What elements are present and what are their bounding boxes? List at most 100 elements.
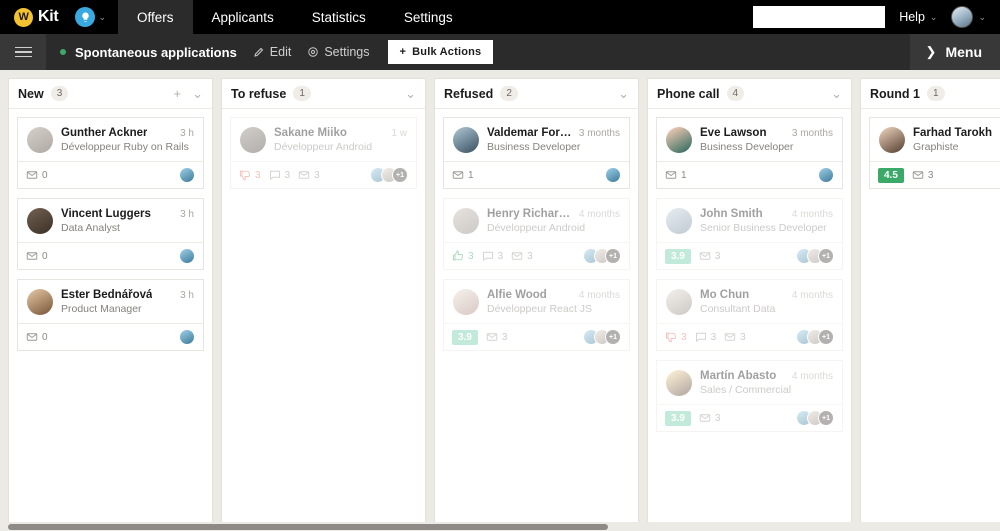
- search-box[interactable]: [753, 6, 908, 28]
- applicant-role: Senior Business Developer: [700, 222, 827, 234]
- column-header: Refused 2 ⌄: [435, 79, 638, 109]
- applicant-card[interactable]: Vincent Luggers 3 h Data Analyst 0: [17, 198, 204, 270]
- menu-button[interactable]: ❯ Menu: [909, 34, 1000, 70]
- column-header-actions: ⌄: [405, 87, 416, 100]
- bulk-actions-button[interactable]: + Bulk Actions: [387, 40, 494, 64]
- card-title-row: Sakane Miiko 1 w: [274, 127, 407, 139]
- applicant-card[interactable]: John Smith 4 months Senior Business Develo…: [656, 198, 843, 270]
- workspace-switcher[interactable]: ⌄: [75, 7, 106, 27]
- avatar: [879, 127, 905, 153]
- chevron-down-icon: ⌄: [978, 11, 986, 22]
- applicant-card[interactable]: Henry Richardson 4 months Développeur Andr…: [443, 198, 630, 270]
- card-stat: 3: [511, 250, 533, 262]
- card-footer: 3.9 3 +1: [657, 404, 842, 431]
- chevron-down-icon[interactable]: ⌄: [831, 87, 842, 100]
- card-stat-value: 1: [681, 169, 687, 181]
- chevron-down-icon[interactable]: ⌄: [405, 87, 416, 100]
- applicant-card[interactable]: Farhad Tarokh4 mGraphiste4.53: [869, 117, 1000, 189]
- column-header: New 3 + ⌄: [9, 79, 212, 109]
- card-text: Valdemar Forsberg 3 months Business Develo…: [487, 127, 620, 153]
- card-title-row: Valdemar Forsberg 3 months: [487, 127, 620, 139]
- tab-settings[interactable]: Settings: [385, 0, 472, 34]
- applicant-card[interactable]: Ester Bednářová 3 h Product Manager 0: [17, 279, 204, 351]
- card-footer: 0: [18, 323, 203, 350]
- mail-icon: [26, 252, 38, 260]
- card-stat-value: 3: [681, 331, 687, 343]
- settings-label: Settings: [324, 45, 370, 59]
- applicant-role: Graphiste: [913, 141, 959, 153]
- card-body: John Smith 4 months Senior Business Develo…: [657, 199, 842, 242]
- card-footer: 1: [444, 161, 629, 188]
- applicant-role: Développeur Android: [274, 141, 373, 153]
- applicant-name: Valdemar Forsberg: [487, 127, 573, 139]
- card-stat-value: 3: [527, 250, 533, 262]
- hamburger-icon[interactable]: [0, 34, 46, 70]
- plus-icon[interactable]: +: [174, 87, 182, 100]
- avatar: [666, 127, 692, 153]
- card-title-row: Farhad Tarokh4 m: [913, 127, 1000, 139]
- kanban-column: To refuse 1 ⌄ Sakane Miiko 1 w Développeur An…: [221, 78, 426, 531]
- applicant-card[interactable]: Valdemar Forsberg 3 months Business Develo…: [443, 117, 630, 189]
- applicant-card[interactable]: Mo Chun 4 months Consultant Data 3 3 3 +1: [656, 279, 843, 351]
- applicant-card[interactable]: Eve Lawson 3 months Business Developer 1: [656, 117, 843, 189]
- card-title-row: Vincent Luggers 3 h: [61, 208, 194, 220]
- collaborator-overflow: +1: [392, 167, 408, 183]
- column-title: Phone call: [657, 86, 720, 101]
- applicant-card[interactable]: Gunther Ackner 3 h Développeur Ruby on Rai…: [17, 117, 204, 189]
- card-stat-value: 3: [710, 331, 717, 343]
- card-title-row: Mo Chun 4 months: [700, 289, 833, 301]
- card-timestamp: 4 months: [791, 290, 833, 301]
- help-menu[interactable]: Help ⌄: [899, 10, 937, 24]
- horizontal-scrollbar[interactable]: [0, 522, 1000, 531]
- card-timestamp: 3 months: [578, 128, 620, 139]
- card-collaborators: +1: [796, 329, 834, 345]
- score-badge: 3.9: [665, 410, 691, 426]
- app-logo[interactable]: W Kit ⌄: [0, 0, 118, 34]
- collaborator-avatar: [818, 167, 834, 183]
- avatar: [453, 127, 479, 153]
- column-header-actions: ⌄: [618, 87, 629, 100]
- applicant-name: Gunther Ackner: [61, 127, 148, 139]
- applicant-card[interactable]: Martín Abasto 4 months Sales / Commercial 3…: [656, 360, 843, 432]
- card-stat-value: 3: [714, 412, 721, 424]
- applicant-card[interactable]: Sakane Miiko 1 w Développeur Android 3 3 3 +1: [230, 117, 417, 189]
- applicant-role: Data Analyst: [61, 222, 120, 234]
- tab-statistics[interactable]: Statistics: [293, 0, 385, 34]
- card-stat: 3: [665, 331, 687, 343]
- card-stat-value: 1: [468, 169, 474, 181]
- card-timestamp: 3 h: [180, 290, 194, 301]
- mail-icon: [486, 333, 498, 341]
- settings-button[interactable]: Settings: [307, 45, 370, 59]
- card-text: Farhad Tarokh4 m Graphiste: [913, 127, 1000, 153]
- edit-button[interactable]: Edit: [253, 45, 291, 59]
- applicant-card[interactable]: Alfie Wood 4 months Développeur React JS 3.…: [443, 279, 630, 351]
- logo-mark-icon: W: [14, 7, 33, 27]
- applicant-role: Développeur React JS: [487, 303, 593, 315]
- card-stat: 3: [452, 250, 474, 262]
- card-stat-value: 3: [927, 169, 934, 181]
- collaborator-overflow: +1: [818, 410, 834, 426]
- chevron-down-icon[interactable]: ⌄: [192, 87, 203, 100]
- collaborator-overflow: +1: [818, 329, 834, 345]
- card-stat-value: 0: [42, 169, 48, 181]
- tab-offers[interactable]: Offers: [117, 0, 193, 34]
- applicant-name: Martín Abasto: [700, 370, 777, 382]
- card-collaborators: +1: [583, 329, 621, 345]
- card-stat-value: 3: [255, 169, 261, 181]
- card-stat-value: 3: [501, 331, 508, 343]
- mail-icon: [452, 171, 464, 179]
- column-title: Refused: [444, 86, 494, 101]
- chevron-down-icon[interactable]: ⌄: [618, 87, 629, 100]
- search-input[interactable]: [765, 11, 908, 23]
- card-body: Gunther Ackner 3 h Développeur Ruby on Rai…: [18, 118, 203, 161]
- card-body: Alfie Wood 4 months Développeur React JS: [444, 280, 629, 323]
- card-title-row: Gunther Ackner 3 h: [61, 127, 194, 139]
- column-card-list: Gunther Ackner 3 h Développeur Ruby on Rai…: [9, 109, 212, 359]
- applicant-name: Ester Bednářová: [61, 289, 153, 301]
- main-tabs: Offers Applicants Statistics Settings: [117, 0, 472, 34]
- user-menu[interactable]: ⌄: [951, 6, 986, 28]
- scrollbar-thumb[interactable]: [8, 524, 608, 530]
- card-title-row: Alfie Wood 4 months: [487, 289, 620, 301]
- card-text: Ester Bednářová 3 h Product Manager: [61, 289, 194, 315]
- tab-applicants[interactable]: Applicants: [193, 0, 293, 34]
